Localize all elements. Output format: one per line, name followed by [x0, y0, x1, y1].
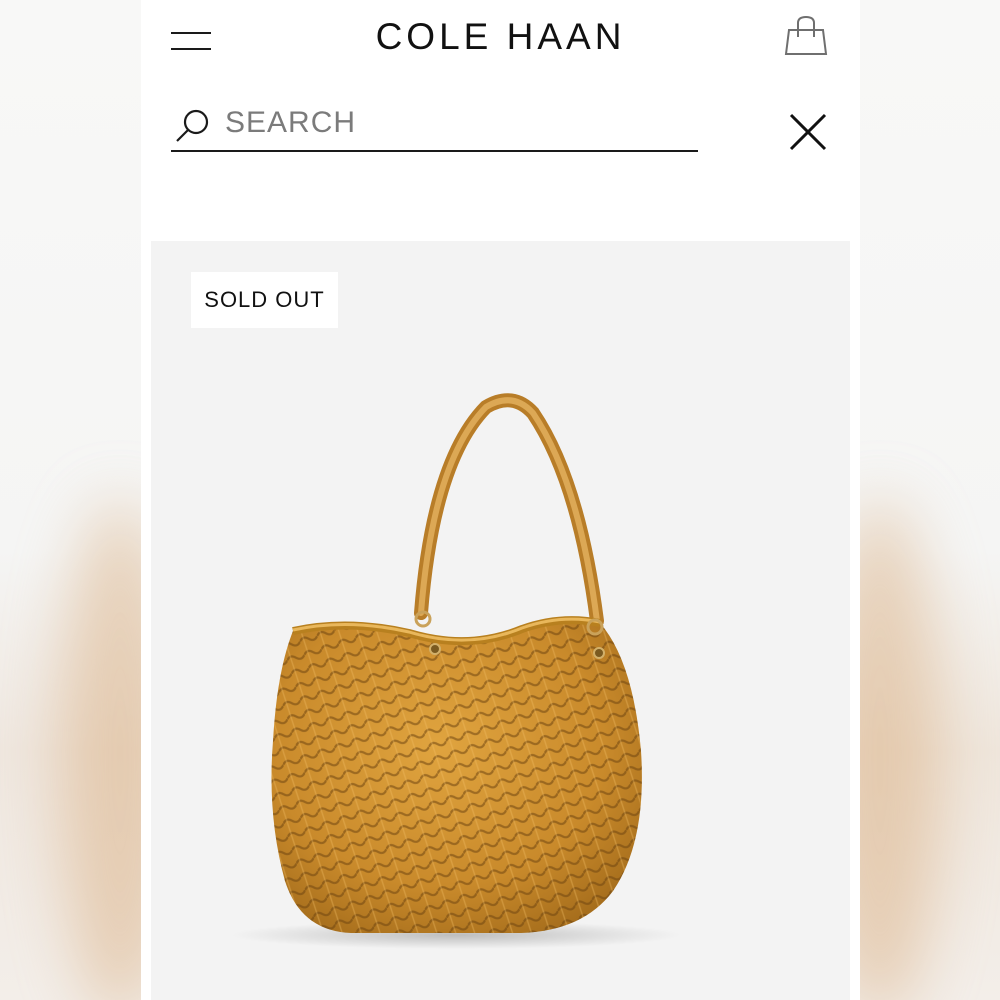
sold-out-badge: SOLD OUT	[191, 272, 338, 328]
product-image[interactable]	[151, 241, 850, 1000]
backdrop-right	[859, 0, 1000, 1000]
mobile-screen: COLE HAAN SEARCH SOLD OUT	[141, 0, 860, 1000]
search-icon[interactable]	[173, 108, 213, 144]
search-bar	[171, 100, 698, 152]
brand-logo[interactable]: COLE HAAN	[141, 16, 860, 58]
product-card[interactable]: SOLD OUT	[151, 241, 850, 1000]
search-input[interactable]	[225, 102, 685, 144]
shopping-bag-icon[interactable]	[781, 14, 831, 58]
close-icon[interactable]	[786, 110, 830, 154]
backdrop-left	[0, 0, 141, 1000]
